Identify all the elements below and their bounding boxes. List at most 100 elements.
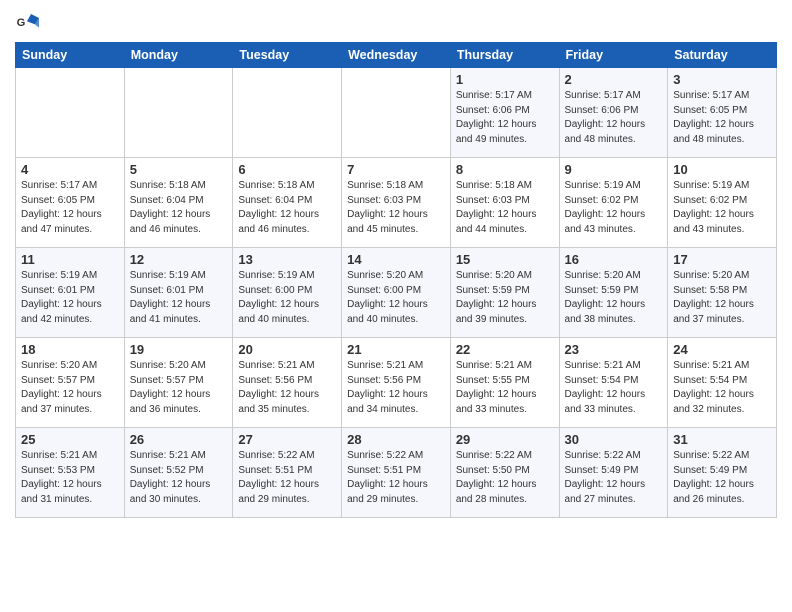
calendar-week-row: 1 Sunrise: 5:17 AM Sunset: 6:06 PM Daylig…: [16, 68, 777, 158]
calendar-day-cell: 14 Sunrise: 5:20 AM Sunset: 6:00 PM Dayli…: [342, 248, 451, 338]
calendar-week-row: 18 Sunrise: 5:20 AM Sunset: 5:57 PM Dayli…: [16, 338, 777, 428]
day-number: 29: [456, 432, 554, 447]
day-info: Sunrise: 5:19 AM Sunset: 6:02 PM Dayligh…: [673, 179, 771, 237]
calendar-day-cell: 16 Sunrise: 5:20 AM Sunset: 5:59 PM Dayli…: [559, 248, 668, 338]
day-number: 14: [347, 252, 445, 267]
day-info: Sunrise: 5:21 AM Sunset: 5:52 PM Dayligh…: [130, 449, 228, 507]
day-info: Sunrise: 5:21 AM Sunset: 5:56 PM Dayligh…: [238, 359, 336, 417]
day-number: 7: [347, 162, 445, 177]
day-number: 23: [565, 342, 663, 357]
day-info: Sunrise: 5:17 AM Sunset: 6:06 PM Dayligh…: [565, 89, 663, 147]
day-number: 19: [130, 342, 228, 357]
day-info: Sunrise: 5:20 AM Sunset: 5:57 PM Dayligh…: [21, 359, 119, 417]
day-info: Sunrise: 5:22 AM Sunset: 5:49 PM Dayligh…: [673, 449, 771, 507]
logo: G: [15, 10, 41, 34]
day-number: 9: [565, 162, 663, 177]
day-number: 16: [565, 252, 663, 267]
day-number: 4: [21, 162, 119, 177]
calendar-day-cell: 26 Sunrise: 5:21 AM Sunset: 5:52 PM Dayli…: [124, 428, 233, 518]
logo-icon: G: [15, 10, 39, 34]
day-info: Sunrise: 5:22 AM Sunset: 5:49 PM Dayligh…: [565, 449, 663, 507]
day-of-week-header: Thursday: [450, 43, 559, 68]
day-number: 15: [456, 252, 554, 267]
calendar-day-cell: 2 Sunrise: 5:17 AM Sunset: 6:06 PM Daylig…: [559, 68, 668, 158]
calendar-day-cell: 9 Sunrise: 5:19 AM Sunset: 6:02 PM Daylig…: [559, 158, 668, 248]
calendar-day-cell: 3Sunrise: 5:17 AM Sunset: 6:05 PM Daylig…: [668, 68, 777, 158]
calendar-day-cell: 13 Sunrise: 5:19 AM Sunset: 6:00 PM Dayli…: [233, 248, 342, 338]
day-number: 31: [673, 432, 771, 447]
calendar-day-cell: 30 Sunrise: 5:22 AM Sunset: 5:49 PM Dayli…: [559, 428, 668, 518]
calendar-day-cell: 10 Sunrise: 5:19 AM Sunset: 6:02 PM Dayli…: [668, 158, 777, 248]
calendar-day-cell: 19Sunrise: 5:20 AM Sunset: 5:57 PM Dayli…: [124, 338, 233, 428]
calendar-day-cell: 20 Sunrise: 5:21 AM Sunset: 5:56 PM Dayli…: [233, 338, 342, 428]
day-of-week-header: Wednesday: [342, 43, 451, 68]
day-number: 13: [238, 252, 336, 267]
calendar-day-cell: 8 Sunrise: 5:18 AM Sunset: 6:03 PM Daylig…: [450, 158, 559, 248]
calendar-day-cell: [233, 68, 342, 158]
day-info: Sunrise: 5:17 AM Sunset: 6:05 PM Dayligh…: [21, 179, 119, 237]
page-header: G: [15, 10, 777, 34]
day-info: Sunrise: 5:19 AM Sunset: 6:01 PM Dayligh…: [21, 269, 119, 327]
day-info: Sunrise: 5:18 AM Sunset: 6:04 PM Dayligh…: [130, 179, 228, 237]
calendar-day-cell: 17 Sunrise: 5:20 AM Sunset: 5:58 PM Dayli…: [668, 248, 777, 338]
day-number: 18: [21, 342, 119, 357]
day-info: Sunrise: 5:20 AM Sunset: 5:59 PM Dayligh…: [565, 269, 663, 327]
day-of-week-header: Saturday: [668, 43, 777, 68]
calendar-day-cell: 21Sunrise: 5:21 AM Sunset: 5:56 PM Dayli…: [342, 338, 451, 428]
calendar-day-cell: [342, 68, 451, 158]
day-number: 1: [456, 72, 554, 87]
day-info: Sunrise: 5:20 AM Sunset: 5:58 PM Dayligh…: [673, 269, 771, 327]
day-info: Sunrise: 5:22 AM Sunset: 5:50 PM Dayligh…: [456, 449, 554, 507]
calendar-day-cell: 22Sunrise: 5:21 AM Sunset: 5:55 PM Dayli…: [450, 338, 559, 428]
days-header-row: SundayMondayTuesdayWednesdayThursdayFrid…: [16, 43, 777, 68]
day-number: 21: [347, 342, 445, 357]
calendar-day-cell: 4 Sunrise: 5:17 AM Sunset: 6:05 PM Daylig…: [16, 158, 125, 248]
svg-text:G: G: [17, 17, 26, 29]
calendar-day-cell: 15 Sunrise: 5:20 AM Sunset: 5:59 PM Dayli…: [450, 248, 559, 338]
day-number: 17: [673, 252, 771, 267]
day-info: Sunrise: 5:18 AM Sunset: 6:03 PM Dayligh…: [456, 179, 554, 237]
day-info: Sunrise: 5:19 AM Sunset: 6:00 PM Dayligh…: [238, 269, 336, 327]
day-number: 26: [130, 432, 228, 447]
day-info: Sunrise: 5:17 AM Sunset: 6:06 PM Dayligh…: [456, 89, 554, 147]
day-number: 10: [673, 162, 771, 177]
calendar-day-cell: 12Sunrise: 5:19 AM Sunset: 6:01 PM Dayli…: [124, 248, 233, 338]
day-info: Sunrise: 5:22 AM Sunset: 5:51 PM Dayligh…: [238, 449, 336, 507]
day-number: 20: [238, 342, 336, 357]
day-number: 3: [673, 72, 771, 87]
calendar-day-cell: [16, 68, 125, 158]
calendar-day-cell: 28 Sunrise: 5:22 AM Sunset: 5:51 PM Dayli…: [342, 428, 451, 518]
calendar-week-row: 25Sunrise: 5:21 AM Sunset: 5:53 PM Dayli…: [16, 428, 777, 518]
calendar-table: SundayMondayTuesdayWednesdayThursdayFrid…: [15, 42, 777, 518]
calendar-week-row: 11 Sunrise: 5:19 AM Sunset: 6:01 PM Dayli…: [16, 248, 777, 338]
calendar-day-cell: 25Sunrise: 5:21 AM Sunset: 5:53 PM Dayli…: [16, 428, 125, 518]
day-info: Sunrise: 5:19 AM Sunset: 6:01 PM Dayligh…: [130, 269, 228, 327]
day-number: 30: [565, 432, 663, 447]
day-number: 11: [21, 252, 119, 267]
day-info: Sunrise: 5:21 AM Sunset: 5:54 PM Dayligh…: [673, 359, 771, 417]
day-number: 27: [238, 432, 336, 447]
day-number: 28: [347, 432, 445, 447]
day-of-week-header: Monday: [124, 43, 233, 68]
calendar-day-cell: 18 Sunrise: 5:20 AM Sunset: 5:57 PM Dayli…: [16, 338, 125, 428]
calendar-day-cell: [124, 68, 233, 158]
day-info: Sunrise: 5:19 AM Sunset: 6:02 PM Dayligh…: [565, 179, 663, 237]
calendar-day-cell: 6 Sunrise: 5:18 AM Sunset: 6:04 PM Daylig…: [233, 158, 342, 248]
calendar-day-cell: 31 Sunrise: 5:22 AM Sunset: 5:49 PM Dayli…: [668, 428, 777, 518]
day-info: Sunrise: 5:22 AM Sunset: 5:51 PM Dayligh…: [347, 449, 445, 507]
day-info: Sunrise: 5:21 AM Sunset: 5:53 PM Dayligh…: [21, 449, 119, 507]
calendar-day-cell: 5Sunrise: 5:18 AM Sunset: 6:04 PM Daylig…: [124, 158, 233, 248]
calendar-day-cell: 23Sunrise: 5:21 AM Sunset: 5:54 PM Dayli…: [559, 338, 668, 428]
day-info: Sunrise: 5:18 AM Sunset: 6:04 PM Dayligh…: [238, 179, 336, 237]
day-number: 2: [565, 72, 663, 87]
day-number: 8: [456, 162, 554, 177]
day-number: 24: [673, 342, 771, 357]
day-number: 22: [456, 342, 554, 357]
day-info: Sunrise: 5:20 AM Sunset: 5:59 PM Dayligh…: [456, 269, 554, 327]
calendar-day-cell: 27 Sunrise: 5:22 AM Sunset: 5:51 PM Dayli…: [233, 428, 342, 518]
calendar-day-cell: 7 Sunrise: 5:18 AM Sunset: 6:03 PM Daylig…: [342, 158, 451, 248]
day-number: 6: [238, 162, 336, 177]
calendar-week-row: 4 Sunrise: 5:17 AM Sunset: 6:05 PM Daylig…: [16, 158, 777, 248]
day-info: Sunrise: 5:20 AM Sunset: 6:00 PM Dayligh…: [347, 269, 445, 327]
day-info: Sunrise: 5:18 AM Sunset: 6:03 PM Dayligh…: [347, 179, 445, 237]
